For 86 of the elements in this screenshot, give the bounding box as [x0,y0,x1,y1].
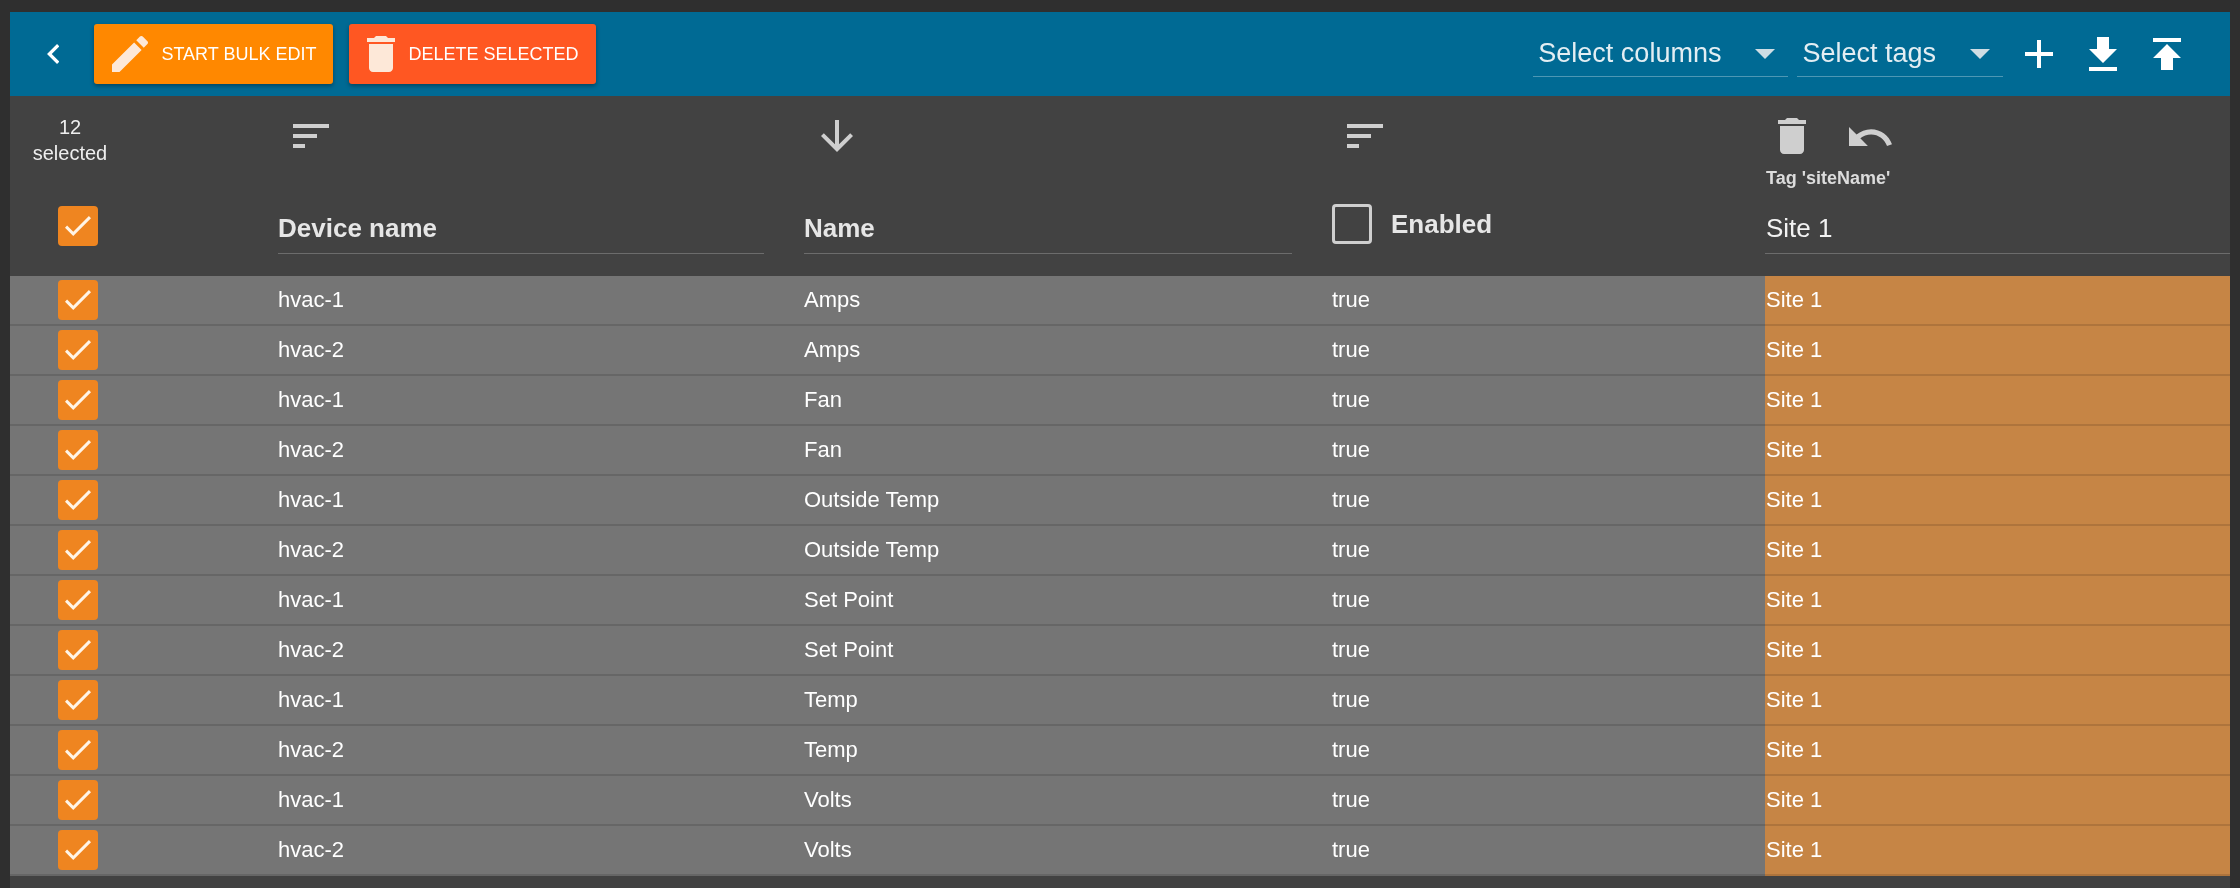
table-cell: Amps [804,326,1332,376]
check-icon [65,490,91,510]
chevron-left-icon[interactable] [47,44,60,64]
column-title: Name [804,213,1292,254]
column-title: Device name [278,213,764,254]
checkbox[interactable] [58,780,98,820]
field-label: Tag 'siteName' [1765,167,1892,190]
check-icon [65,840,91,860]
checkbox[interactable] [58,206,98,246]
table-cell: hvac-1 [278,776,804,826]
table-cell: Site 1 [1765,726,2230,776]
table-cell: hvac-2 [278,526,804,576]
selected-count: 12 selected [31,115,109,166]
check-icon [65,790,91,810]
table-cell: hvac-2 [278,426,804,476]
check-icon [65,440,91,460]
checkbox[interactable] [1332,204,1372,244]
table-cell: hvac-1 [278,376,804,426]
checkbox[interactable] [58,630,98,670]
arrow-down-icon[interactable] [821,120,853,152]
checkbox[interactable] [58,730,98,770]
column-title: Enabled [1391,209,1493,239]
table-cell: hvac-1 [278,276,804,326]
caret-icon [1755,48,1776,59]
checkbox[interactable] [58,530,98,570]
table-cell: Amps [804,276,1332,326]
table-cell: Outside Temp [804,476,1332,526]
table-cell: Site 1 [1765,676,2230,726]
undo-icon[interactable] [1849,126,1892,146]
table-cell: Site 1 [1765,376,2230,426]
table-cell: Volts [804,826,1332,876]
tag-value-field[interactable]: Site 1 [1765,213,2230,254]
checkbox[interactable] [58,280,98,320]
check-icon [65,340,91,360]
check-icon [65,590,91,610]
checkbox[interactable] [58,380,98,420]
download-icon[interactable] [2089,37,2117,71]
table-cell: Set Point [804,576,1332,626]
checkbox[interactable] [58,480,98,520]
check-icon [65,740,91,760]
checkbox[interactable] [58,680,98,720]
trash-icon[interactable] [1778,118,1806,154]
dropdown[interactable]: Select tags [1797,31,2003,77]
check-icon [65,540,91,560]
table-cell: hvac-2 [278,326,804,376]
upload-icon[interactable] [2153,38,2181,70]
pencil-icon [112,36,149,72]
check-icon [65,690,91,710]
sort-icon[interactable] [293,124,329,148]
caret-icon [1970,48,1990,59]
table-cell: Site 1 [1765,526,2230,576]
checkbox[interactable] [58,580,98,620]
sort-icon[interactable] [1347,124,1383,148]
table-cell: Fan [804,376,1332,426]
table-cell: Temp [804,676,1332,726]
table-cell: hvac-2 [278,726,804,776]
check-icon [65,390,91,410]
table-cell: Site 1 [1765,276,2230,326]
table-cell: Outside Temp [804,526,1332,576]
table-cell: Temp [804,726,1332,776]
checkbox[interactable] [58,430,98,470]
table-cell: hvac-1 [278,476,804,526]
table-cell: Fan [804,426,1332,476]
table-cell: Site 1 [1765,626,2230,676]
dropdown[interactable]: Select columns [1533,31,1789,77]
delete-button[interactable]: DELETE SELECTED [349,24,596,84]
trash-icon [367,36,396,72]
table-cell: hvac-2 [278,826,804,876]
table-cell: Site 1 [1765,476,2230,526]
checkbox[interactable] [58,330,98,370]
table-cell: Volts [804,776,1332,826]
table-cell: Site 1 [1765,826,2230,876]
table-cell: hvac-1 [278,676,804,726]
table-cell: Set Point [804,626,1332,676]
table-cell: Site 1 [1765,576,2230,626]
check-icon [65,216,91,236]
table-cell: hvac-1 [278,576,804,626]
table-cell: Site 1 [1765,776,2230,826]
plus-icon[interactable] [2025,40,2053,68]
table-cell: true [1332,826,1765,876]
table-cell: Site 1 [1765,326,2230,376]
check-icon [65,640,91,660]
checkbox[interactable] [58,830,98,870]
table-cell: Site 1 [1765,426,2230,476]
table-cell: hvac-2 [278,626,804,676]
check-icon [65,290,91,310]
